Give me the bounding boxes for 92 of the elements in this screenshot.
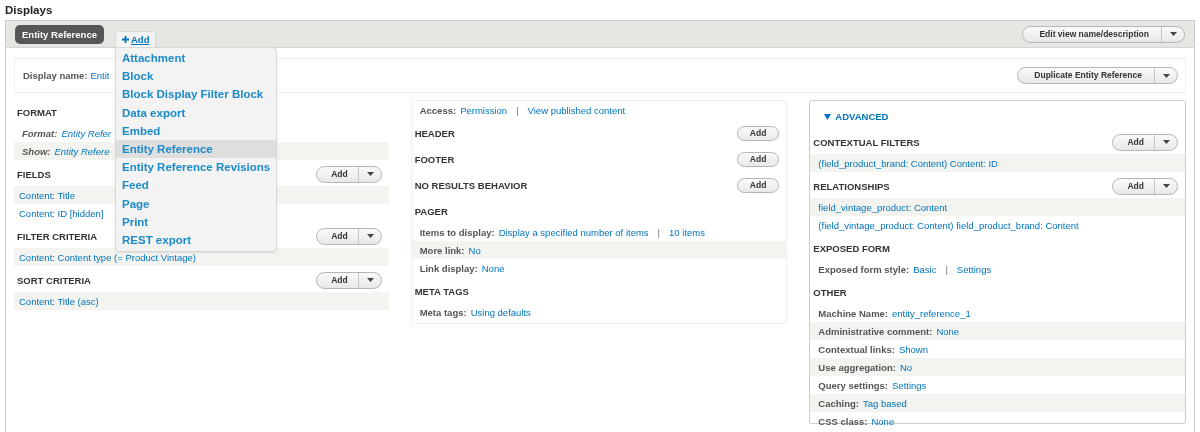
section-title: META TAGS <box>414 285 469 297</box>
caret-icon <box>366 278 374 282</box>
add-split-button[interactable]: Add <box>316 165 382 183</box>
caret-icon <box>366 172 374 176</box>
setting-label: Format: <box>22 127 58 139</box>
setting-label: Items to display: <box>419 226 495 238</box>
section-title: RELATIONSHIPS <box>813 180 890 192</box>
setting-link[interactable]: (field_product_brand: Content) Content: ID <box>818 157 998 169</box>
setting-link[interactable]: No <box>899 361 913 373</box>
separator: | <box>945 263 948 275</box>
setting-link[interactable]: Content: Title <box>19 189 75 201</box>
setting-link[interactable]: Using defaults <box>470 306 531 318</box>
setting-link[interactable]: None <box>871 415 895 427</box>
section-title: CONTEXTUAL FILTERS <box>813 136 920 148</box>
setting-link[interactable]: Content: Title (asc) <box>19 295 99 307</box>
setting-link[interactable]: Permission <box>460 104 508 116</box>
setting-label: Exposed form style: <box>818 263 910 275</box>
setting-link[interactable]: 10 items <box>669 226 705 238</box>
setting-link[interactable]: View published content <box>527 104 626 116</box>
section-title: SORT CRITERIA <box>17 274 91 286</box>
setting-label: Contextual links: <box>818 343 895 355</box>
menu-item[interactable]: Page <box>116 194 276 213</box>
section-title: NO RESULTS BEHAVIOR <box>414 179 528 191</box>
setting-link[interactable]: Settings <box>892 379 927 391</box>
menu-item[interactable]: Attachment <box>116 49 276 68</box>
setting-link[interactable]: Display a specified number of items <box>498 226 649 238</box>
setting-link[interactable]: entity_reference_1 <box>892 307 971 319</box>
add-split-button[interactable]: Add <box>316 227 382 245</box>
caret-icon <box>1170 32 1177 36</box>
caret-icon <box>366 234 374 238</box>
setting-link[interactable]: No <box>468 244 481 256</box>
setting-label: Administrative comment: <box>818 325 933 337</box>
add-split-button[interactable]: Add <box>1112 133 1178 151</box>
setting-label: Link display: <box>419 262 478 274</box>
advanced-toggle[interactable]: ADVANCED <box>824 111 1171 122</box>
setting-link[interactable]: Entity Refere <box>54 145 110 157</box>
setting-label: Show: <box>22 145 51 157</box>
section-title: EXPOSED FORM <box>813 242 890 254</box>
setting-label: Meta tags: <box>419 306 467 318</box>
menu-item[interactable]: Entity Reference Revisions <box>116 158 276 177</box>
menu-item[interactable]: REST export <box>116 231 276 250</box>
add-split-button[interactable]: Add <box>1112 177 1178 195</box>
setting-label: More link: <box>419 244 465 256</box>
add-display-link[interactable]: Add <box>115 31 157 47</box>
setting-label: Machine Name: <box>818 307 889 319</box>
add-button[interactable]: Add <box>736 125 780 141</box>
section-title: FIELDS <box>17 168 51 180</box>
add-button[interactable]: Add <box>736 151 780 167</box>
display-name-label: Display name: <box>23 70 88 81</box>
section-title: HEADER <box>414 127 455 139</box>
setting-link[interactable]: None <box>481 262 505 274</box>
setting-link[interactable]: Content: ID [hidden] <box>19 207 104 219</box>
plus-icon <box>122 36 129 43</box>
section-title: FILTER CRITERIA <box>17 230 98 242</box>
caret-icon <box>1163 140 1170 144</box>
menu-item[interactable]: Print <box>116 212 276 232</box>
menu-item[interactable]: Data export <box>116 103 276 122</box>
setting-link[interactable]: (field_vintage_product: Content) field_product_brand: Content <box>818 219 1079 231</box>
edit-view-split-button[interactable]: Edit view name/description <box>1022 25 1185 43</box>
menu-item[interactable]: Feed <box>116 176 276 195</box>
setting-label: Query settings: <box>818 379 889 391</box>
section-title: FORMAT <box>17 106 57 118</box>
setting-link[interactable]: Basic <box>913 263 937 275</box>
section-title: PAGER <box>414 205 448 217</box>
add-split-button[interactable]: Add <box>316 271 382 289</box>
setting-link[interactable]: None <box>936 325 960 337</box>
duplicate-split-button[interactable]: Duplicate Entity Reference <box>1017 67 1178 84</box>
setting-label: Access: <box>419 104 457 116</box>
section-title: FOOTER <box>414 153 455 165</box>
separator: | <box>516 104 519 116</box>
triangle-icon <box>824 113 832 120</box>
caret-icon <box>1163 73 1170 78</box>
caret-icon <box>1163 184 1170 188</box>
menu-item[interactable]: Block Display Filter Block <box>116 85 276 104</box>
setting-label: Caching: <box>818 397 859 409</box>
display-name-link[interactable]: Entit <box>90 70 110 81</box>
setting-link[interactable]: Content: Content type (= Product Vintage) <box>19 251 196 263</box>
display-tab[interactable]: Entity Reference <box>15 24 104 44</box>
separator: | <box>657 226 661 238</box>
menu-item[interactable]: Embed <box>116 121 276 140</box>
setting-link[interactable]: Settings <box>956 263 992 275</box>
menu-item[interactable]: Block <box>116 67 276 86</box>
setting-link[interactable]: Entity Refer <box>61 127 111 139</box>
setting-link[interactable]: Shown <box>898 343 928 355</box>
add-button[interactable]: Add <box>736 177 780 193</box>
menu-item[interactable]: Entity Reference <box>116 140 276 159</box>
section-title: OTHER <box>813 286 847 298</box>
setting-label: CSS class: <box>818 415 868 427</box>
setting-link[interactable]: Tag based <box>863 397 907 409</box>
setting-label: Use aggregation: <box>818 361 896 373</box>
page-title: Displays <box>5 4 54 18</box>
setting-link[interactable]: field_vintage_product: Content <box>818 201 948 213</box>
